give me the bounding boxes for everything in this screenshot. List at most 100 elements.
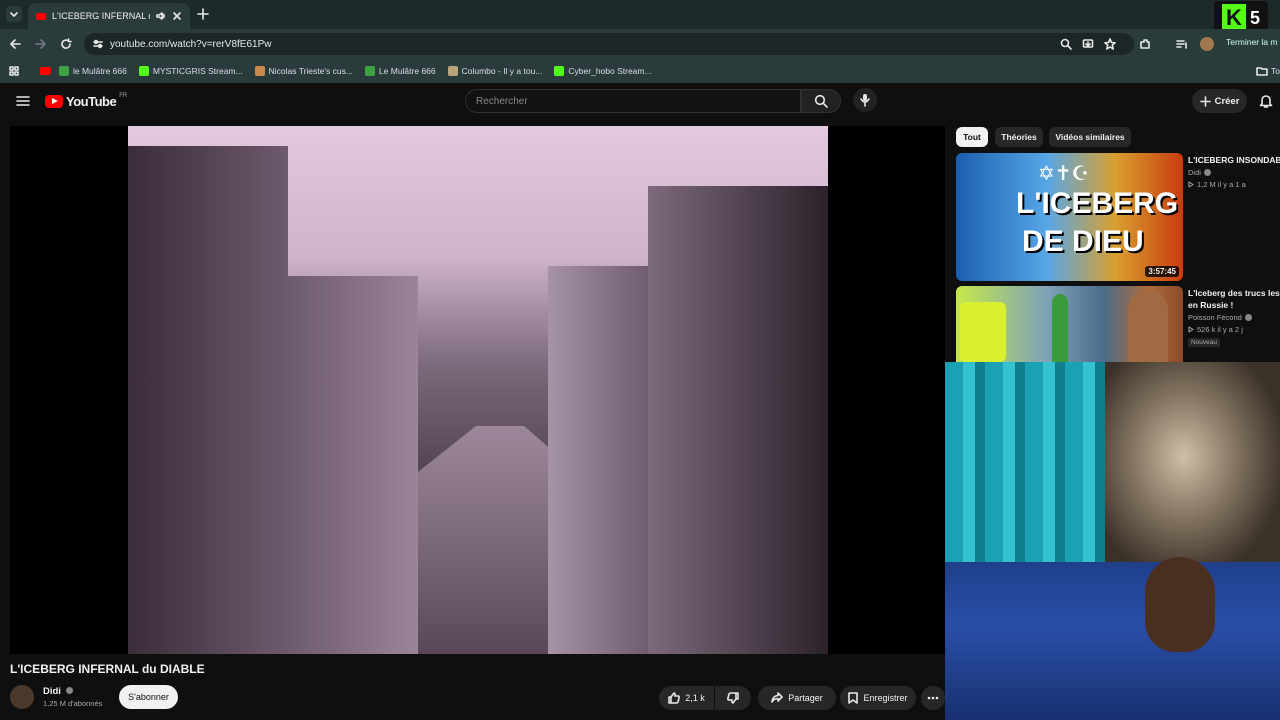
profile-action-button[interactable]: Terminer la m (1226, 37, 1277, 47)
recommendation-channel[interactable]: Didi (1188, 168, 1211, 177)
channel-name-text: Didi (43, 686, 61, 697)
thumbnail-presenter-face (1128, 290, 1168, 362)
bookmark-star-icon[interactable] (1104, 38, 1116, 50)
right-building-far (548, 266, 658, 654)
create-button[interactable]: Créer (1192, 89, 1247, 113)
play-triangle-icon (1188, 181, 1194, 188)
youtube-wordmark: YouTube (66, 94, 117, 109)
forward-arrow-icon[interactable] (35, 38, 47, 50)
channel-name[interactable]: Didi (43, 686, 73, 697)
recommendation-thumbnail[interactable] (956, 286, 1183, 362)
thumbnail-text-line2: DE DIEU (1022, 225, 1144, 258)
media-controls-icon[interactable] (1176, 38, 1188, 50)
verified-check-icon (65, 687, 73, 694)
tab-strip: L'ICEBERG INFERNAL du DI K 5 (0, 0, 1280, 35)
subscriber-count: 1,25 M d'abonnés (43, 699, 103, 708)
right-building (648, 186, 828, 654)
thumbnail-religious-symbols: ✡✝☪ (1038, 163, 1090, 185)
save-button[interactable]: Enregistrer (840, 686, 916, 710)
video-player[interactable] (10, 126, 945, 654)
create-label: Créer (1214, 95, 1240, 107)
share-label: Partager (788, 693, 823, 703)
bookmark-item[interactable]: le Mulâtre 666 (59, 66, 127, 76)
recommendation-title[interactable]: L'Iceberg des trucs les p (1188, 288, 1280, 298)
new-tab-icon[interactable] (197, 8, 209, 20)
youtube-bookmark-icon[interactable] (40, 67, 51, 75)
share-arrow-icon (771, 692, 784, 703)
bookmark-label: Cyber_hobo Stream... (568, 66, 652, 76)
tab-active[interactable]: L'ICEBERG INFERNAL du DI (28, 3, 190, 29)
browser-toolbar: youtube.com/watch?v=rerV8fE61Pw Terminer… (0, 29, 1280, 59)
url-text: youtube.com/watch?v=rerV8fE61Pw (110, 38, 272, 50)
more-actions-button[interactable] (921, 686, 945, 710)
new-badge: Nouveau (1188, 338, 1221, 347)
video-frame-street-engraving (128, 126, 828, 654)
thumbnail-radioactive-barrel (960, 302, 1006, 362)
extensions-icon[interactable] (1139, 38, 1151, 50)
bookmark-item[interactable]: MYSTICGRIS Stream... (138, 66, 243, 76)
youtube-play-icon (45, 95, 63, 108)
channel-avatar[interactable] (10, 685, 34, 709)
like-button[interactable]: 2,1 k (659, 686, 714, 710)
notifications-bell-icon[interactable] (1259, 94, 1273, 109)
microphone-icon (860, 94, 870, 107)
close-icon[interactable] (172, 11, 182, 21)
chip-all[interactable]: Tout (956, 127, 988, 147)
chip-similar-videos[interactable]: Vidéos similaires (1049, 127, 1131, 147)
apps-grid-icon[interactable] (8, 65, 20, 77)
recommendation-channel-text: Poisson Fécond (1188, 313, 1242, 322)
all-bookmarks-folder[interactable]: To (1256, 65, 1280, 77)
share-button[interactable]: Partager (758, 686, 836, 710)
search-button[interactable] (801, 89, 841, 113)
address-bar[interactable]: youtube.com/watch?v=rerV8fE61Pw (84, 33, 1134, 55)
recommendation-title-line2[interactable]: en Russie ! (1188, 300, 1233, 310)
youtube-logo[interactable]: YouTube FR (45, 92, 128, 109)
region-code: FR (119, 92, 128, 99)
bookmark-item[interactable]: Le Mulâtre 666 (364, 66, 436, 76)
bookmark-label: Columbo - Il y a tou... (461, 66, 543, 76)
back-arrow-icon[interactable] (9, 38, 21, 50)
thumbs-up-icon (668, 692, 681, 704)
site-settings-icon[interactable] (92, 38, 104, 50)
bookmark-label: MYSTICGRIS Stream... (152, 66, 243, 76)
bookmark-favicon-icon (254, 66, 265, 76)
reload-icon[interactable] (60, 38, 72, 50)
bookmark-item[interactable]: Cyber_hobo Stream... (554, 66, 652, 76)
thumbnail-text-line1: L'ICEBERG (1016, 187, 1179, 220)
bookmark-item[interactable]: Columbo - Il y a tou... (447, 66, 543, 76)
recommendation-meta: 526 k il y a 2 j (1188, 325, 1243, 334)
bookmark-favicon-icon (447, 66, 458, 76)
bookmark-icon (848, 692, 859, 704)
bookmark-favicon-icon (59, 66, 69, 76)
recommendation-meta-text: 526 k il y a 2 j (1197, 325, 1243, 334)
subscribe-button[interactable]: S'abonner (119, 685, 178, 709)
tab-title: L'ICEBERG INFERNAL du DI (52, 11, 150, 21)
recommendation-channel[interactable]: Poisson Fécond (1188, 313, 1252, 322)
chip-theories[interactable]: Théories (995, 127, 1043, 147)
kick-k-letter: K (1222, 4, 1246, 32)
like-count: 2,1 k (685, 693, 705, 703)
youtube-header: YouTube FR Rechercher Créer (0, 83, 1280, 121)
play-triangle-icon (1188, 326, 1194, 333)
install-app-icon[interactable] (1082, 38, 1094, 50)
bookmarks-bar: le Mulâtre 666 MYSTICGRIS Stream... Nicola… (0, 59, 1280, 83)
tab-search-button[interactable] (6, 6, 22, 22)
search-input[interactable]: Rechercher (465, 89, 801, 113)
video-duration-badge: 3:57:45 (1145, 266, 1179, 277)
bookmark-favicon-icon (138, 66, 149, 76)
recommendation-title[interactable]: L'ICEBERG INSONDABL (1188, 155, 1280, 165)
thumbnail-missile (1052, 294, 1068, 362)
speaker-icon[interactable] (156, 11, 166, 21)
recommendation-meta-text: 1,2 M il y a 1 a (1197, 180, 1246, 189)
profile-avatar[interactable] (1200, 37, 1214, 51)
hamburger-menu-icon[interactable] (16, 95, 30, 107)
zoom-icon[interactable] (1060, 38, 1072, 50)
search-icon (814, 94, 828, 108)
bookmark-label: le Mulâtre 666 (73, 66, 127, 76)
bookmark-item[interactable]: Nicolas Trieste's cus... (254, 66, 353, 76)
dislike-button[interactable] (715, 686, 751, 710)
recommendation-thumbnail[interactable]: ✡✝☪ L'ICEBERG DE DIEU 3:57:45 (956, 153, 1183, 281)
streamer-head (1145, 557, 1215, 652)
bookmark-favicon-icon (554, 66, 565, 76)
voice-search-button[interactable] (853, 88, 877, 112)
